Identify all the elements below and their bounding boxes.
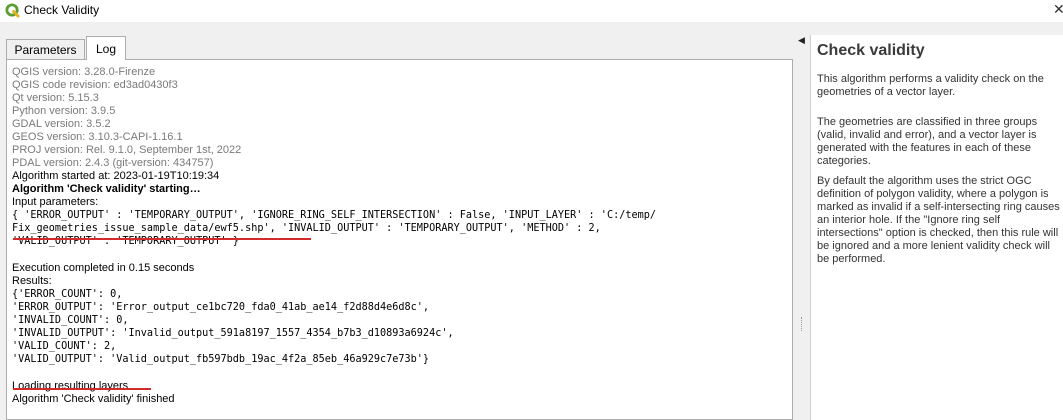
log-version-line: GDAL version: 3.5.2 <box>12 118 111 130</box>
qgis-logo-icon <box>5 3 20 18</box>
help-paragraph: The geometries are classified in three g… <box>817 116 1038 167</box>
log-input-params-label: Input parameters: <box>12 196 99 208</box>
log-input-params-line: 'VALID_OUTPUT' : 'TEMPORARY_OUTPUT' } <box>12 236 239 247</box>
log-version-line: PDAL version: 2.4.3 (git-version: 434757… <box>12 157 214 169</box>
log-version-line: Qt version: 5.15.3 <box>12 92 99 104</box>
log-algorithm-starting: Algorithm 'Check validity' starting… <box>12 183 201 195</box>
log-input-params-line: Fix_geometries_issue_sample_data/ewf5.sh… <box>12 223 601 234</box>
close-icon[interactable]: ✕ <box>1053 1 1063 18</box>
help-title: Check validity <box>817 42 925 59</box>
splitter-handle[interactable] <box>801 317 804 331</box>
help-panel: Check validity This algorithm performs a… <box>810 35 1063 420</box>
window-title: Check Validity <box>24 3 100 17</box>
log-result-line: 'INVALID_COUNT': 0, <box>12 315 129 326</box>
log-algorithm-finished: Algorithm 'Check validity' finished <box>12 393 175 405</box>
log-panel[interactable]: QGIS version: 3.28.0-Firenze QGIS code r… <box>6 59 793 420</box>
log-execution-time: Execution completed in 0.15 seconds <box>12 262 195 274</box>
log-version-line: QGIS code revision: ed3ad0430f3 <box>12 79 178 91</box>
log-result-line: 'VALID_COUNT': 2, <box>12 341 117 352</box>
log-version-line: PROJ version: Rel. 9.1.0, September 1st,… <box>12 144 242 156</box>
log-result-line: 'VALID_OUTPUT': 'Valid_output_fb597bdb_1… <box>12 354 430 365</box>
log-input-params-line: { 'ERROR_OUTPUT' : 'TEMPORARY_OUTPUT', '… <box>12 210 657 221</box>
tab-parameters[interactable]: Parameters <box>6 39 85 59</box>
log-version-line: Python version: 3.9.5 <box>12 105 116 117</box>
log-result-line: {'ERROR_COUNT': 0, <box>12 289 123 300</box>
input-layer-underline <box>13 238 311 240</box>
collapse-left-icon[interactable]: ◀ <box>798 35 805 46</box>
log-loading-layers: Loading resulting layers <box>12 380 129 392</box>
log-result-line: 'INVALID_OUTPUT': 'Invalid_output_591a81… <box>12 328 454 339</box>
title-bar: Check Validity ✕ <box>0 0 1063 22</box>
log-started-at: Algorithm started at: 2023-01-19T10:19:3… <box>12 170 220 182</box>
invalid-count-underline <box>13 388 151 390</box>
log-result-line: 'ERROR_OUTPUT': 'Error_output_ce1bc720_f… <box>12 302 430 313</box>
log-version-line: GEOS version: 3.10.3-CAPI-1.16.1 <box>12 131 183 143</box>
log-version-line: QGIS version: 3.28.0-Firenze <box>12 66 156 78</box>
tab-log[interactable]: Log <box>86 36 126 60</box>
help-paragraph: This algorithm performs a validity check… <box>817 73 1044 98</box>
log-text: QGIS version: 3.28.0-Firenze QGIS code r… <box>12 66 656 406</box>
help-paragraph: By default the algorithm uses the strict… <box>817 175 1060 265</box>
log-results-label: Results: <box>12 275 52 287</box>
